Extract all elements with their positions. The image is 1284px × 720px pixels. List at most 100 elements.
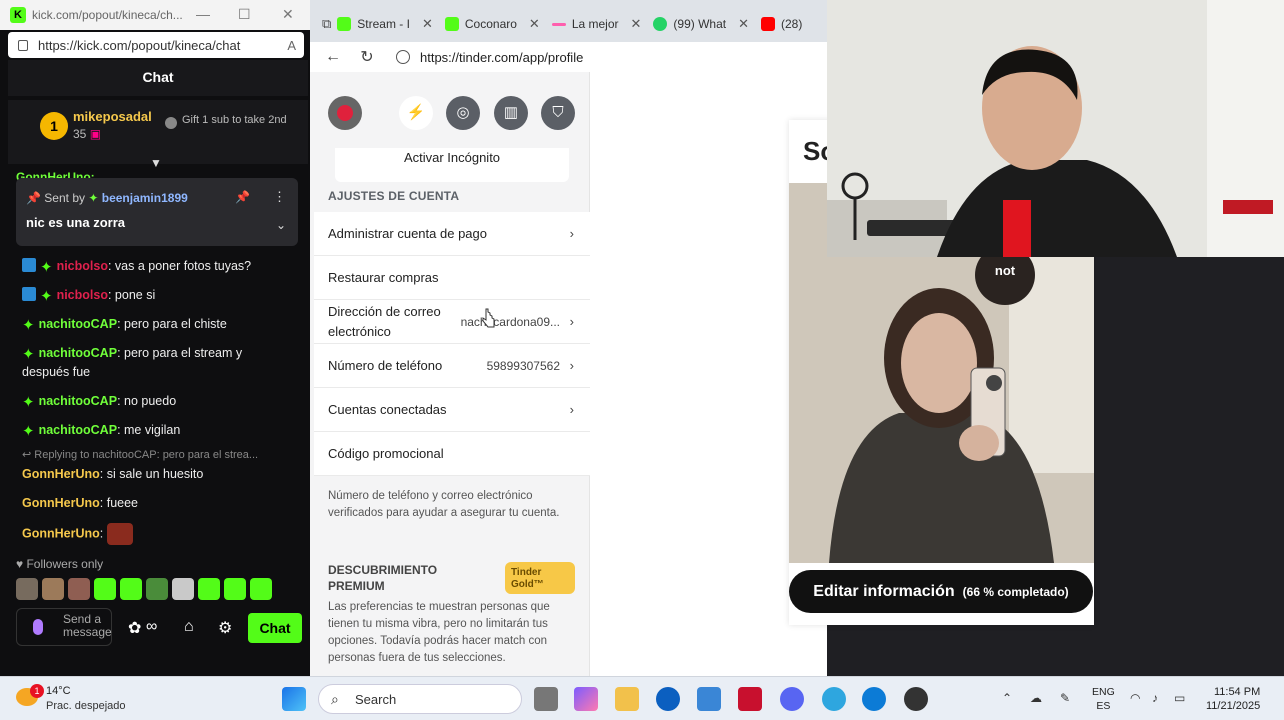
row-phone[interactable]: Número de teléfono 59899307562 ›	[314, 344, 590, 388]
account-settings-heading: AJUSTES DE CUENTA	[328, 189, 460, 203]
emote-icon[interactable]	[42, 578, 64, 600]
windows-start-icon[interactable]	[282, 687, 306, 711]
collapse-icon[interactable]: ▼	[150, 156, 162, 170]
tab-whatsapp[interactable]: (99) What ✕	[647, 9, 755, 39]
mcafee-icon[interactable]	[738, 687, 762, 711]
incognito-button[interactable]: Activar Incógnito	[335, 148, 569, 182]
gift-leaderboard[interactable]: 1 mikeposadal 35 ▣ Gift 1 sub to take 2n…	[8, 100, 308, 164]
chat-message: ✦ nachitooCAP: pero para el chiste	[22, 317, 227, 334]
premium-discovery-text: Las preferencias te muestran personas qu…	[328, 601, 550, 664]
discord-icon[interactable]	[780, 687, 804, 711]
infinity-icon[interactable]: ∞	[146, 618, 157, 636]
hp-icon[interactable]	[656, 687, 680, 711]
read-aloud-icon[interactable]: A	[287, 38, 296, 53]
explore-icon[interactable]: ◎	[446, 96, 480, 130]
row-email[interactable]: Dirección de correo electrónico nachocard…	[314, 300, 590, 344]
row-payment-account[interactable]: Administrar cuenta de pago ›	[314, 212, 590, 256]
pinned-message[interactable]: 📌 Sent by ✦ beenjamin1899 nic es una zor…	[16, 178, 298, 246]
edge-icon[interactable]	[862, 687, 886, 711]
tab-strip: ⧉ Stream - I ✕ Coconaro ✕ La mejor ✕ (99) W…	[310, 0, 827, 42]
edit-info-button[interactable]: Editar información (66 % completado)	[789, 570, 1093, 613]
maximize-icon[interactable]: ☐	[238, 6, 251, 23]
send-chat-button[interactable]: Chat	[248, 613, 302, 643]
close-tab-icon: ✕	[421, 16, 433, 31]
row-connected-accounts[interactable]: Cuentas conectadas ›	[314, 388, 590, 432]
gifter-count: 35 ▣	[73, 127, 102, 141]
emote-icon[interactable]	[68, 578, 90, 600]
taskbar-search[interactable]: ⌕ Search	[318, 684, 522, 714]
more-options-icon[interactable]: ⋮	[273, 189, 286, 205]
shield-icon[interactable]: ⛉	[541, 96, 575, 130]
pin-icon[interactable]: 📌	[235, 190, 250, 204]
chevron-up-icon[interactable]: ⌃	[1002, 691, 1012, 705]
emote-icon[interactable]	[172, 578, 194, 600]
chat-message: ✦ nicbolso: pone si	[22, 286, 292, 305]
reply-context[interactable]: ↩ Replying to nachitooCAP: pero para el …	[22, 447, 292, 463]
emote-icon[interactable]	[16, 578, 38, 600]
boost-icon[interactable]: ⚡	[399, 96, 433, 130]
sub-badge-icon: ✦	[40, 288, 53, 305]
store-icon[interactable]: ⌂	[184, 618, 194, 636]
tab-youtube[interactable]: (28)	[755, 9, 808, 39]
kick-favicon-icon	[444, 17, 459, 31]
gift-cta[interactable]: Gift 1 sub to take 2nd	[182, 114, 292, 126]
sub-badge-icon: ✦	[22, 394, 35, 411]
close-tab-icon: ✕	[738, 16, 750, 31]
message-input[interactable]: Send a message	[16, 608, 112, 646]
emote-icon	[106, 523, 133, 545]
chat-message: ✦ nachitooCAP: me vigilan	[22, 423, 181, 440]
pen-icon[interactable]: ✎	[1060, 691, 1070, 705]
emote-icon[interactable]	[120, 578, 142, 600]
copilot-icon[interactable]	[574, 687, 598, 711]
temperature: 14°C	[46, 685, 71, 697]
clock[interactable]: 11:54 PM 11/21/2025	[1206, 685, 1260, 713]
task-view-icon[interactable]	[534, 687, 558, 711]
wifi-icon[interactable]: ◠	[1130, 691, 1140, 705]
tinder-settings-panel: ⚡ ◎ ▥ ⛉ Activar Incógnito AJUSTES DE CUE…	[310, 72, 590, 676]
tinder-gold-badge: Tinder Gold™	[505, 562, 575, 594]
chat-message: ✦ nachitooCAP: pero para el stream y desp…	[22, 346, 243, 379]
emote-icon[interactable]	[94, 578, 116, 600]
row-restore-purchases[interactable]: Restaurar compras	[314, 256, 590, 300]
tab-stream[interactable]: Stream - I ✕	[331, 9, 439, 39]
chat-message: GonnHerUno: fueee	[22, 496, 139, 510]
row-promo-code[interactable]: Código promocional	[314, 432, 590, 476]
chevron-down-icon[interactable]: ⌄	[276, 218, 286, 232]
weather-widget[interactable]: 1 14°C Prac. despejado	[14, 684, 154, 716]
tab-coconaro[interactable]: Coconaro ✕	[439, 9, 546, 39]
minimize-icon[interactable]: —	[196, 6, 210, 22]
emotes-icon[interactable]: ✿	[128, 618, 141, 638]
back-arrow-icon[interactable]: ←	[322, 48, 344, 66]
obs-icon[interactable]	[904, 687, 928, 711]
file-explorer-icon[interactable]	[615, 687, 639, 711]
close-tab-icon: ✕	[528, 16, 540, 31]
message-placeholder: Send a message	[63, 612, 112, 639]
emote-bar[interactable]	[16, 578, 296, 600]
close-icon[interactable]: ✕	[282, 6, 294, 23]
speaker-icon[interactable]: ♪	[1152, 691, 1158, 705]
reload-icon[interactable]: ↻	[356, 47, 378, 67]
briefcase-icon[interactable]: ▥	[494, 96, 528, 130]
browser-icon[interactable]	[822, 687, 846, 711]
weather-description: Prac. despejado	[46, 700, 126, 712]
emote-icon[interactable]	[224, 578, 246, 600]
reply-icon: ↩	[22, 449, 32, 461]
store-icon[interactable]	[697, 687, 721, 711]
mic-icon[interactable]	[33, 619, 43, 635]
emote-icon[interactable]	[250, 578, 272, 600]
battery-icon[interactable]: ▭	[1174, 691, 1185, 705]
tab-actions-icon[interactable]: ⧉	[322, 16, 331, 32]
kick-window-title: kick.com/popout/kineca/ch...	[32, 8, 183, 22]
tab-la-mejor[interactable]: La mejor ✕	[546, 9, 648, 39]
gift-sub-icon	[165, 117, 177, 129]
settings-gear-icon[interactable]: ⚙	[218, 618, 232, 638]
kick-address-bar[interactable]: https://kick.com/popout/kineca/chat A	[8, 32, 304, 58]
emote-icon[interactable]	[198, 578, 220, 600]
sub-badge-icon: ✦	[22, 317, 35, 334]
language-indicator[interactable]: ENG ES	[1092, 685, 1115, 713]
cloud-icon[interactable]: ☁	[1030, 691, 1042, 705]
emote-icon[interactable]	[146, 578, 168, 600]
address-bar[interactable]: https://tinder.com/app/profile	[396, 50, 583, 65]
svg-text:not: not	[995, 263, 1016, 278]
profile-avatar[interactable]	[328, 96, 362, 130]
